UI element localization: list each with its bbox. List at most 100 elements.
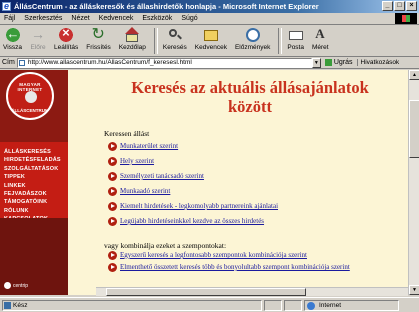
scroll-thumb[interactable] xyxy=(409,100,419,158)
globe-icon xyxy=(307,301,315,310)
scroll-up-button[interactable]: ▲ xyxy=(409,70,419,80)
address-bar: Cím http://www.allascentrum.hu/AllasCent… xyxy=(0,57,419,69)
list-item: Elmenthető összetett keresés több és bon… xyxy=(108,263,360,287)
sidebar-item-tamogatoink[interactable]: TÁMOGATÓINK xyxy=(4,198,61,206)
minimize-button[interactable]: _ xyxy=(382,1,393,11)
section-label: Keressen állást xyxy=(104,129,150,138)
link-by-employer[interactable]: Munkaadó szerint xyxy=(120,187,170,196)
back-arrow-icon xyxy=(4,26,21,43)
status-zone-cell: Internet xyxy=(304,299,399,311)
menu-edit[interactable]: Szerkesztés xyxy=(24,15,62,22)
stop-button[interactable]: Leállítás xyxy=(54,25,78,51)
home-label: Kezdőlap xyxy=(118,44,146,51)
list-item: Személyzeti tanácsadó szerint xyxy=(108,172,278,187)
sidebar-footer-logo[interactable]: centrip xyxy=(4,282,28,289)
address-input[interactable]: http://www.allascentrum.hu/AllasCentrum/… xyxy=(16,57,312,68)
address-url: http://www.allascentrum.hu/AllasCentrum/… xyxy=(27,58,192,66)
site-logo[interactable]: MAGYAR INTERNET ÁLLÁSCENTRUM xyxy=(6,72,54,120)
link-by-consultant[interactable]: Személyzeti tanácsadó szerint xyxy=(120,172,204,181)
status-empty-cell xyxy=(284,299,302,311)
toolbar: Vissza Előre Leállítás Frissítés Kezdőla… xyxy=(0,24,419,57)
close-button[interactable]: × xyxy=(406,1,417,11)
sidebar-item-hirdetesfeladas[interactable]: HIRDETÉSFELADÁS xyxy=(4,156,61,164)
forward-button[interactable]: Előre xyxy=(30,25,46,51)
window-controls: _ □ × xyxy=(382,1,417,11)
link-by-field[interactable]: Munkaterület szerint xyxy=(120,142,178,151)
search-button[interactable]: Keresés xyxy=(163,25,187,51)
window-titlebar: ÁllásCentrum - az álláskeresők és állash… xyxy=(0,0,419,13)
mail-label: Posta xyxy=(287,44,304,51)
mail-button[interactable]: Posta xyxy=(287,25,304,51)
ie-icon xyxy=(2,0,11,13)
address-dropdown-button[interactable]: ▼ xyxy=(311,57,321,68)
bullet-arrow-icon xyxy=(108,263,117,272)
home-button[interactable]: Kezdőlap xyxy=(119,25,146,51)
links-button[interactable]: Hivatkozások xyxy=(356,59,399,66)
sidebar-item-szolgaltatasok[interactable]: SZOLGÁLTATÁSOK xyxy=(4,165,61,173)
forward-arrow-icon xyxy=(30,26,46,43)
stop-label: Leállítás xyxy=(54,44,79,51)
text-size-button[interactable]: Méret xyxy=(312,25,329,51)
go-label: Ugrás xyxy=(333,59,353,66)
sidebar-item-linkek[interactable]: LINKEK xyxy=(4,182,61,190)
combined-search-links: Egyszerű keresés a legfontosabb szempont… xyxy=(108,251,360,287)
status-zone: Internet xyxy=(319,301,342,309)
maximize-button[interactable]: □ xyxy=(394,1,405,11)
favorites-button[interactable]: Kedvencek xyxy=(195,25,227,51)
history-label: Előzmények xyxy=(234,44,271,51)
sidebar-item-rolunk[interactable]: RÓLUNK xyxy=(4,207,61,215)
home-icon xyxy=(124,27,140,43)
search-label: Keresés xyxy=(162,44,187,51)
page-done-icon xyxy=(4,301,11,309)
sidebar-item-allaskereses[interactable]: ÁLLÁSKERESÉS xyxy=(4,148,61,156)
page-icon xyxy=(18,59,25,66)
list-item: Munkaadó szerint xyxy=(108,187,278,202)
menu-help[interactable]: Súgó xyxy=(181,15,197,22)
sidebar-item-fejvadaszok[interactable]: FEJVADÁSZOK xyxy=(4,190,61,198)
text-size-label: Méret xyxy=(311,44,329,51)
menu-file[interactable]: Fájl xyxy=(4,15,15,22)
list-item: Hely szerint xyxy=(108,157,278,172)
link-latest-ads[interactable]: Legújabb hirdetéseinkkel kezdve az össze… xyxy=(120,217,264,226)
page-content: MAGYAR INTERNET ÁLLÁSCENTRUM ÁLLÁSKERESÉ… xyxy=(0,70,408,295)
window-title: ÁllásCentrum - az álláskeresők és állash… xyxy=(14,2,319,11)
status-text-cell: Kész xyxy=(2,299,262,311)
back-button[interactable]: Vissza xyxy=(3,25,22,51)
page-title: Keresés az aktuális állásajánlatok közöt… xyxy=(131,78,369,116)
scroll-down-button[interactable]: ▼ xyxy=(409,285,419,295)
horizontal-scrollbar[interactable] xyxy=(96,287,408,296)
menu-tools[interactable]: Eszközök xyxy=(142,15,172,22)
toolbar-separator xyxy=(278,28,283,54)
go-button[interactable]: Ugrás xyxy=(324,59,353,66)
logo-swirl-icon xyxy=(25,91,37,103)
horizontal-scroll-thumb[interactable] xyxy=(106,288,306,296)
bullet-arrow-icon xyxy=(108,142,117,151)
list-item: Egyszerű keresés a legfontosabb szempont… xyxy=(108,251,360,263)
list-item: Kiemelt hirdetések - legkomolyabb partne… xyxy=(108,202,278,217)
sidebar-item-tippek[interactable]: TIPPEK xyxy=(4,173,61,181)
logo-bottom-text: ÁLLÁSCENTRUM xyxy=(11,108,49,113)
link-advanced-search[interactable]: Elmenthető összetett keresés több és bon… xyxy=(120,263,360,272)
link-featured-ads[interactable]: Kiemelt hirdetések - legkomolyabb partne… xyxy=(120,202,278,211)
vertical-scrollbar[interactable]: ▲ ▼ xyxy=(408,70,419,295)
sidebar-nav: ÁLLÁSKERESÉS HIRDETÉSFELADÁS SZOLGÁLTATÁ… xyxy=(4,148,61,224)
combine-label: vagy kombinálja ezeket a szempontokat: xyxy=(104,241,227,250)
refresh-icon xyxy=(91,24,107,44)
address-label: Cím xyxy=(2,59,15,66)
back-label: Vissza xyxy=(3,44,23,51)
menu-view[interactable]: Nézet xyxy=(71,15,89,22)
sidebar-footer-text: centrip xyxy=(13,282,29,289)
status-empty-cell xyxy=(264,299,282,311)
footer-logo-icon xyxy=(4,282,11,289)
refresh-label: Frissítés xyxy=(86,44,111,51)
bullet-arrow-icon xyxy=(108,217,117,226)
link-by-location[interactable]: Hely szerint xyxy=(120,157,154,166)
search-icon xyxy=(167,27,183,43)
history-clock-icon xyxy=(245,27,261,43)
menu-favorites[interactable]: Kedvencek xyxy=(99,15,134,22)
stop-icon xyxy=(58,25,75,43)
history-button[interactable]: Előzmények xyxy=(235,25,270,51)
refresh-button[interactable]: Frissítés xyxy=(86,24,111,51)
link-simple-search[interactable]: Egyszerű keresés a legfontosabb szempont… xyxy=(120,251,307,260)
menu-bar: Fájl Szerkesztés Nézet Kedvencek Eszközö… xyxy=(0,13,419,25)
